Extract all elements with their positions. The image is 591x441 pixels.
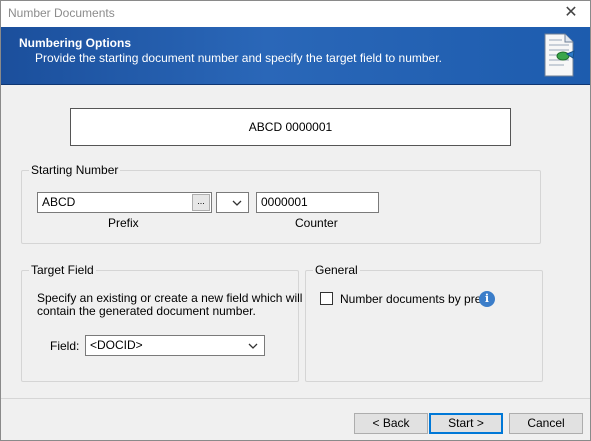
prefix-caption: Prefix xyxy=(108,216,139,230)
field-value: <DOCID> xyxy=(90,338,143,352)
back-button[interactable]: < Back xyxy=(354,413,428,434)
starting-number-label: Starting Number xyxy=(29,163,121,177)
cancel-button[interactable]: Cancel xyxy=(509,413,583,434)
close-icon[interactable]: ✕ xyxy=(562,4,580,22)
number-by-prefix-checkbox[interactable] xyxy=(320,292,333,305)
target-field-group: Target Field xyxy=(21,263,299,382)
footer-divider xyxy=(1,398,590,399)
document-numbering-icon xyxy=(544,33,575,77)
target-field-description-line1: Specify an existing or create a new fiel… xyxy=(37,291,303,305)
start-button[interactable]: Start > xyxy=(429,413,503,434)
prefix-browse-button[interactable]: ... xyxy=(192,194,210,211)
counter-value: 0000001 xyxy=(261,195,308,209)
chevron-down-icon xyxy=(248,343,258,349)
counter-caption: Counter xyxy=(295,216,338,230)
prefix-value: ABCD xyxy=(42,195,76,209)
field-dropdown[interactable]: <DOCID> xyxy=(85,335,265,356)
window-title: Number Documents xyxy=(8,6,115,20)
prefix-input[interactable]: ABCD ... xyxy=(37,192,212,213)
banner-subtitle: Provide the starting document number and… xyxy=(35,51,442,65)
target-field-description-line2: contain the generated document number. xyxy=(37,304,256,318)
general-group: General xyxy=(305,263,543,382)
number-preview: ABCD 0000001 xyxy=(70,108,511,146)
info-icon[interactable]: i xyxy=(479,291,495,307)
general-label: General xyxy=(313,263,360,277)
separator-dropdown[interactable] xyxy=(216,192,249,213)
banner-title: Numbering Options xyxy=(19,36,131,50)
chevron-down-icon xyxy=(232,200,242,206)
counter-input[interactable]: 0000001 xyxy=(256,192,379,213)
target-field-label: Target Field xyxy=(29,263,96,277)
title-bar: Number Documents ✕ xyxy=(1,1,590,27)
number-documents-dialog: Number Documents ✕ Numbering Options Pro… xyxy=(0,0,591,441)
wizard-banner: Numbering Options Provide the starting d… xyxy=(1,27,590,85)
field-label: Field: xyxy=(50,339,80,353)
number-by-prefix-label[interactable]: Number documents by prefix xyxy=(340,292,493,306)
